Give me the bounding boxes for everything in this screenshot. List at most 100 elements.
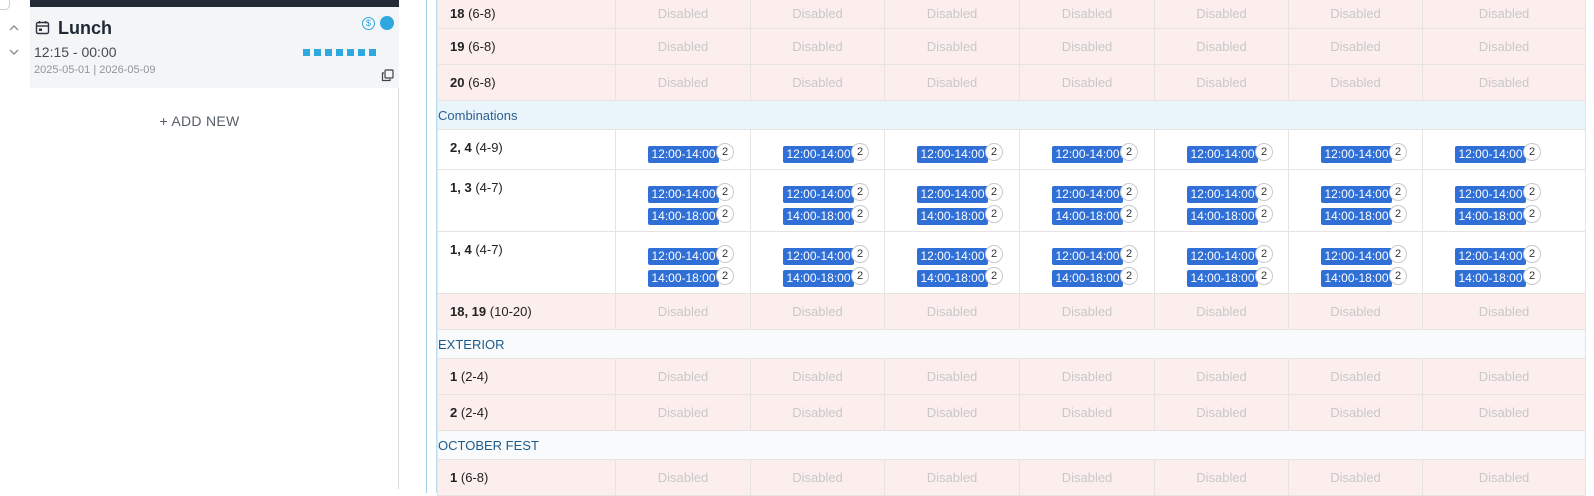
time-slot-label[interactable]: 12:00-14:00 (1187, 247, 1258, 265)
time-slot[interactable]: 12:00-14:00 2 (917, 182, 1003, 203)
time-slot[interactable]: 12:00-14:00 2 (1052, 142, 1138, 163)
time-slot-label[interactable]: 12:00-14:00 (1052, 145, 1123, 163)
slot-cell[interactable]: 12:00-14:00 2 14:00-18:00 2 (1422, 231, 1586, 294)
table-name: 19 (450, 39, 465, 54)
time-slot-label[interactable]: 12:00-14:00 (1321, 247, 1392, 265)
time-slot-label[interactable]: 12:00-14:00 (648, 247, 719, 265)
time-slot-label[interactable]: 12:00-14:00 (917, 145, 988, 163)
slot-cell[interactable]: 12:00-14:00 2 14:00-18:00 2 (750, 169, 885, 232)
slot-cell[interactable]: 12:00-14:00 2 (1154, 129, 1289, 170)
copy-icon[interactable] (381, 69, 394, 82)
time-slot[interactable]: 12:00-14:00 2 (1052, 182, 1138, 203)
time-slot-label[interactable]: 14:00-18:00 (917, 269, 988, 287)
time-slot[interactable]: 14:00-18:00 2 (1052, 204, 1138, 225)
time-slot-label[interactable]: 12:00-14:00 (783, 145, 854, 163)
time-slot[interactable]: 12:00-14:00 2 (917, 244, 1003, 265)
time-slot[interactable]: 12:00-14:00 2 (1321, 244, 1407, 265)
time-slot[interactable]: 12:00-14:00 2 (1455, 182, 1541, 203)
slot-count-badge: 2 (716, 142, 734, 161)
time-slot[interactable]: 12:00-14:00 2 (1455, 244, 1541, 265)
time-slot-label[interactable]: 14:00-18:00 (1187, 269, 1258, 287)
slot-cell[interactable]: 12:00-14:00 2 14:00-18:00 2 (1019, 169, 1155, 232)
time-slot[interactable]: 14:00-18:00 2 (1321, 204, 1407, 225)
time-slot-label[interactable]: 14:00-18:00 (1321, 207, 1392, 225)
time-slot-label[interactable]: 12:00-14:00 (648, 185, 719, 203)
time-slot[interactable]: 14:00-18:00 2 (917, 204, 1003, 225)
time-slot[interactable]: 12:00-14:00 2 (648, 142, 734, 163)
time-slot-label[interactable]: 14:00-18:00 (1052, 269, 1123, 287)
time-slot-label[interactable]: 12:00-14:00 (917, 185, 988, 203)
time-slot[interactable]: 14:00-18:00 2 (1187, 204, 1273, 225)
time-slot-label[interactable]: 12:00-14:00 (1187, 145, 1258, 163)
time-slot-label[interactable]: 14:00-18:00 (783, 207, 854, 225)
time-slot[interactable]: 12:00-14:00 2 (648, 182, 734, 203)
time-slot-label[interactable]: 14:00-18:00 (1455, 207, 1526, 225)
time-slot[interactable]: 12:00-14:00 2 (648, 244, 734, 265)
time-slot-label[interactable]: 12:00-14:00 (917, 247, 988, 265)
time-slot-label[interactable]: 12:00-14:00 (1052, 247, 1123, 265)
time-slot-label[interactable]: 14:00-18:00 (648, 269, 719, 287)
time-slot[interactable]: 12:00-14:00 2 (1321, 142, 1407, 163)
time-slot[interactable]: 14:00-18:00 2 (1455, 204, 1541, 225)
time-slot[interactable]: 12:00-14:00 2 (1187, 182, 1273, 203)
slot-cell[interactable]: 12:00-14:00 2 14:00-18:00 2 (615, 169, 751, 232)
time-slot[interactable]: 12:00-14:00 2 (1187, 244, 1273, 265)
time-slot[interactable]: 12:00-14:00 2 (1052, 244, 1138, 265)
time-slot-label[interactable]: 14:00-18:00 (917, 207, 988, 225)
time-slot-label[interactable]: 12:00-14:00 (648, 145, 719, 163)
service-card-lunch[interactable]: Lunch 12:15 - 00:00 2025-05-01 | 2026-05… (30, 7, 399, 88)
time-slot[interactable]: 14:00-18:00 2 (783, 204, 869, 225)
slot-cell[interactable]: 12:00-14:00 2 14:00-18:00 2 (1288, 231, 1423, 294)
time-slot-label[interactable]: 12:00-14:00 (1321, 145, 1392, 163)
time-slot-label[interactable]: 14:00-18:00 (1455, 269, 1526, 287)
slot-cell[interactable]: 12:00-14:00 2 14:00-18:00 2 (1019, 231, 1155, 294)
slot-cell[interactable]: 12:00-14:00 2 14:00-18:00 2 (1154, 231, 1289, 294)
time-slot-label[interactable]: 12:00-14:00 (1455, 247, 1526, 265)
time-slot-label[interactable]: 12:00-14:00 (1455, 185, 1526, 203)
time-slot[interactable]: 14:00-18:00 2 (1187, 266, 1273, 287)
slot-cell[interactable]: 12:00-14:00 2 (750, 129, 885, 170)
slot-cell[interactable]: 12:00-14:00 2 (1422, 129, 1586, 170)
time-slot-label[interactable]: 12:00-14:00 (1187, 185, 1258, 203)
table-row: 1, 3 (4-7) 12:00-14:00 2 14:00-18:00 2 12:00-… (437, 169, 1586, 232)
time-slot[interactable]: 14:00-18:00 2 (917, 266, 1003, 287)
time-slot-label[interactable]: 14:00-18:00 (1321, 269, 1392, 287)
slot-cell[interactable]: 12:00-14:00 2 14:00-18:00 2 (1154, 169, 1289, 232)
time-slot[interactable]: 12:00-14:00 2 (1321, 182, 1407, 203)
time-slot[interactable]: 14:00-18:00 2 (648, 204, 734, 225)
time-slot[interactable]: 12:00-14:00 2 (1187, 142, 1273, 163)
time-slot-label[interactable]: 14:00-18:00 (1187, 207, 1258, 225)
slot-cell[interactable]: 12:00-14:00 2 14:00-18:00 2 (884, 169, 1020, 232)
time-slot[interactable]: 14:00-18:00 2 (1455, 266, 1541, 287)
add-new-button[interactable]: + ADD NEW (0, 113, 399, 129)
time-slot[interactable]: 12:00-14:00 2 (1455, 142, 1541, 163)
slot-cell[interactable]: 12:00-14:00 2 14:00-18:00 2 (1288, 169, 1423, 232)
time-slot[interactable]: 12:00-14:00 2 (783, 142, 869, 163)
slot-cell[interactable]: 12:00-14:00 2 (1288, 129, 1423, 170)
slot-cell[interactable]: 12:00-14:00 2 14:00-18:00 2 (1422, 169, 1586, 232)
time-slot-label[interactable]: 12:00-14:00 (1052, 185, 1123, 203)
slot-cell[interactable]: 12:00-14:00 2 (884, 129, 1020, 170)
time-slot[interactable]: 12:00-14:00 2 (783, 182, 869, 203)
time-slot-label[interactable]: 12:00-14:00 (783, 185, 854, 203)
slot-cell[interactable]: 12:00-14:00 2 (1019, 129, 1155, 170)
time-slot[interactable]: 12:00-14:00 2 (783, 244, 869, 265)
chevron-down-icon[interactable] (8, 48, 20, 58)
time-slot[interactable]: 12:00-14:00 2 (917, 142, 1003, 163)
slot-cell[interactable]: 12:00-14:00 2 14:00-18:00 2 (750, 231, 885, 294)
time-slot-label[interactable]: 12:00-14:00 (783, 247, 854, 265)
slot-cell[interactable]: 12:00-14:00 2 (615, 129, 751, 170)
time-slot[interactable]: 14:00-18:00 2 (648, 266, 734, 287)
time-slot-label[interactable]: 14:00-18:00 (783, 269, 854, 287)
time-slot[interactable]: 14:00-18:00 2 (783, 266, 869, 287)
time-slot-label[interactable]: 14:00-18:00 (648, 207, 719, 225)
slot-list: 12:00-14:00 2 (1155, 135, 1288, 163)
time-slot-label[interactable]: 12:00-14:00 (1455, 145, 1526, 163)
slot-cell[interactable]: 12:00-14:00 2 14:00-18:00 2 (884, 231, 1020, 294)
time-slot[interactable]: 14:00-18:00 2 (1321, 266, 1407, 287)
slot-cell[interactable]: 12:00-14:00 2 14:00-18:00 2 (615, 231, 751, 294)
chevron-up-icon[interactable] (8, 24, 20, 34)
time-slot-label[interactable]: 14:00-18:00 (1052, 207, 1123, 225)
time-slot-label[interactable]: 12:00-14:00 (1321, 185, 1392, 203)
time-slot[interactable]: 14:00-18:00 2 (1052, 266, 1138, 287)
